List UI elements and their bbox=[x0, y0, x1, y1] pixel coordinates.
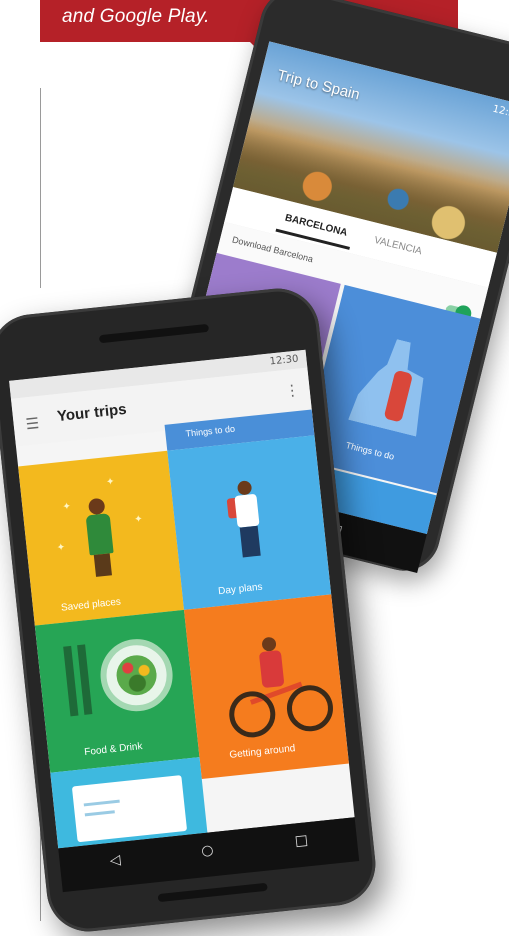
tile-saved-places[interactable]: ✦ ✦ ✦ ✦ Saved places bbox=[18, 450, 184, 626]
more-options-icon[interactable]: ⋮ bbox=[284, 381, 301, 400]
girl-illustration-body bbox=[85, 513, 114, 556]
bike-wheel bbox=[284, 682, 336, 734]
tile-food-label: Food & Drink bbox=[83, 741, 143, 759]
star-icon: ✦ bbox=[62, 501, 72, 513]
tab-barcelona[interactable]: BARCELONA bbox=[284, 213, 349, 239]
tile-getting-around[interactable]: Getting around bbox=[183, 594, 349, 779]
rider-illustration-body bbox=[258, 650, 285, 689]
star-icon: ✦ bbox=[56, 542, 66, 554]
star-icon: ✦ bbox=[105, 476, 116, 489]
walker-illustration-body bbox=[234, 493, 260, 528]
knife-icon bbox=[77, 644, 93, 715]
tab-valencia[interactable]: VALENCIA bbox=[373, 235, 423, 257]
book-illustration bbox=[71, 775, 188, 843]
callout-text: and Google Play. bbox=[62, 6, 210, 27]
star-icon: ✦ bbox=[133, 513, 144, 526]
page-title: Your trips bbox=[56, 400, 128, 426]
front-phone: 12:30 ☰ Your trips ⋮ Things to do ✦ ✦ ✦ … bbox=[0, 284, 380, 936]
status-time: 12:30 bbox=[269, 353, 299, 368]
tile-day-plans[interactable]: Day plans bbox=[167, 435, 332, 610]
girl-illustration-legs bbox=[93, 553, 112, 577]
home-icon[interactable]: ○ bbox=[200, 842, 214, 859]
trip-title: Trip to Spain bbox=[275, 66, 362, 104]
back-icon[interactable]: ◁ bbox=[109, 852, 121, 869]
fork-icon bbox=[63, 645, 79, 717]
back-status-time: 12:30 bbox=[491, 103, 509, 122]
tile-getting-label: Getting around bbox=[228, 743, 296, 761]
left-rule-top bbox=[40, 88, 41, 288]
header-tile-label: Things to do bbox=[185, 423, 236, 439]
girl-illustration-head bbox=[87, 497, 106, 516]
tile-food-drink[interactable]: Food & Drink bbox=[34, 609, 200, 773]
recents-icon[interactable]: □ bbox=[294, 832, 309, 849]
tile-things-label: Things to do bbox=[344, 440, 396, 462]
tile-saved-label: Saved places bbox=[60, 596, 122, 614]
walker-illustration-legs bbox=[239, 525, 261, 558]
tile-day-label: Day plans bbox=[217, 581, 264, 598]
front-phone-screen: 12:30 ☰ Your trips ⋮ Things to do ✦ ✦ ✦ … bbox=[9, 349, 355, 849]
menu-icon[interactable]: ☰ bbox=[25, 414, 40, 433]
